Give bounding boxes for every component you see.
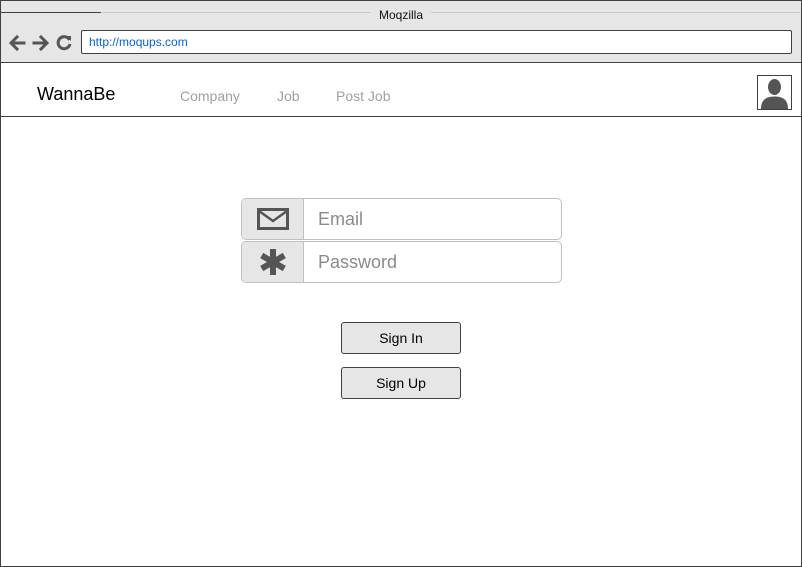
title-bar: Moqzilla (1, 1, 801, 27)
back-button[interactable] (7, 33, 27, 53)
window-title: Moqzilla (378, 8, 423, 22)
reload-button[interactable] (54, 33, 74, 53)
sign-in-button[interactable]: Sign In (341, 322, 461, 354)
forward-button[interactable] (31, 33, 51, 53)
password-addon (242, 242, 304, 282)
nav-company[interactable]: Company (180, 88, 240, 104)
url-bar[interactable]: http://moqups.com (81, 30, 792, 54)
avatar[interactable] (757, 75, 792, 110)
nav-post-job[interactable]: Post Job (336, 88, 390, 104)
envelope-icon (256, 208, 289, 230)
password-input[interactable] (304, 242, 561, 282)
reload-icon (56, 35, 72, 51)
browser-window: Moqzilla http://moqups.com WannaBe Compa… (0, 0, 802, 567)
sign-up-button[interactable]: Sign Up (341, 367, 461, 399)
back-arrow-icon (8, 34, 26, 52)
email-input[interactable] (304, 199, 561, 239)
email-field (241, 198, 562, 240)
password-field (241, 241, 562, 283)
forward-arrow-icon (32, 34, 50, 52)
user-silhouette-icon (761, 79, 788, 109)
brand-logo[interactable]: WannaBe (37, 84, 115, 105)
nav-job[interactable]: Job (277, 88, 300, 104)
app-header: WannaBe Company Job Post Job (1, 63, 801, 117)
email-addon (242, 199, 304, 239)
browser-toolbar: http://moqups.com (1, 27, 801, 63)
asterisk-icon (259, 249, 286, 275)
